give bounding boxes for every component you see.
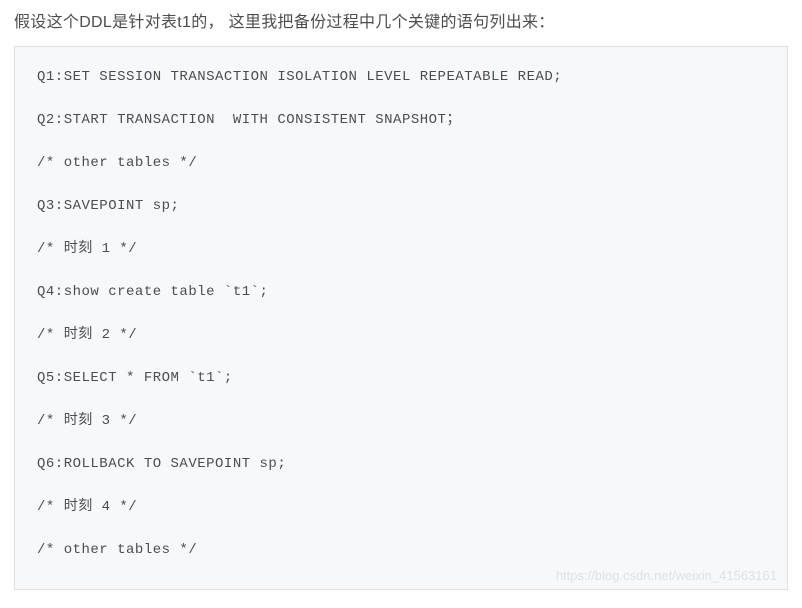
code-line: Q6:ROLLBACK TO SAVEPOINT sp; <box>37 454 765 475</box>
code-block: Q1:SET SESSION TRANSACTION ISOLATION LEV… <box>14 46 788 590</box>
code-line: /* 时刻 2 */ <box>37 325 765 346</box>
code-line: /* 时刻 3 */ <box>37 411 765 432</box>
code-line: Q1:SET SESSION TRANSACTION ISOLATION LEV… <box>37 67 765 88</box>
code-line: /* 时刻 4 */ <box>37 497 765 518</box>
code-line: Q5:SELECT * FROM `t1`; <box>37 368 765 389</box>
intro-paragraph: 假设这个DDL是针对表t1的， 这里我把备份过程中几个关键的语句列出来： <box>0 0 802 46</box>
code-line: Q4:show create table `t1`; <box>37 282 765 303</box>
code-line: /* other tables */ <box>37 540 765 561</box>
code-line: Q2:START TRANSACTION WITH CONSISTENT SNA… <box>37 110 765 131</box>
watermark-text: https://blog.csdn.net/weixin_41563161 <box>556 566 777 586</box>
code-line: Q3:SAVEPOINT sp; <box>37 196 765 217</box>
code-line: /* other tables */ <box>37 153 765 174</box>
code-line: /* 时刻 1 */ <box>37 239 765 260</box>
